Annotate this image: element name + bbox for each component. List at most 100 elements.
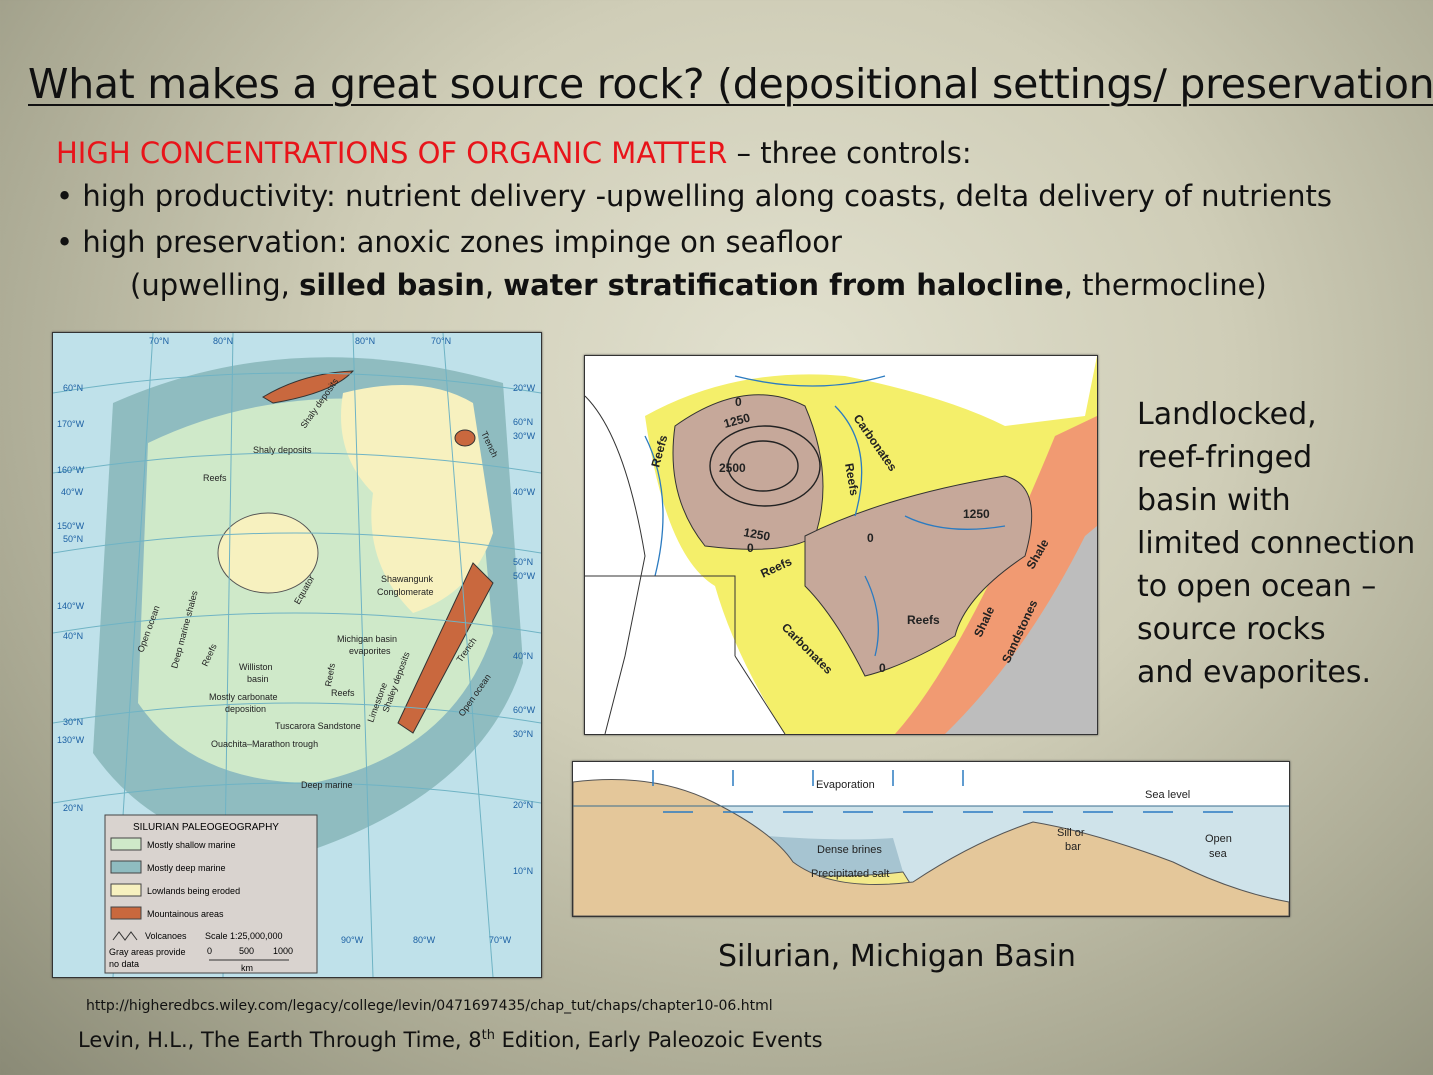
- right-label: 30°N: [513, 729, 533, 739]
- top-label: 80°N: [355, 336, 375, 346]
- lat-label: 170°W: [57, 419, 85, 429]
- side-line: Landlocked,: [1137, 397, 1317, 432]
- basin-label: 0: [747, 541, 754, 555]
- legend-shallow: Mostly shallow marine: [147, 840, 236, 850]
- side-line: limited connection: [1137, 526, 1416, 561]
- feature-label: Conglomerate: [377, 587, 434, 597]
- right-label: 30°W: [513, 431, 536, 441]
- lat-label: 50°N: [63, 534, 83, 544]
- sub-silled-basin: silled basin: [299, 268, 485, 302]
- bullet-productivity: • high productivity: nutrient delivery -…: [56, 179, 1332, 213]
- intro-line: HIGH CONCENTRATIONS OF ORGANIC MATTER – …: [56, 136, 972, 170]
- citation-pre: Levin, H.L., The Earth Through Time, 8: [78, 1028, 482, 1052]
- scale-tick-1000: 1000: [273, 946, 293, 956]
- side-line: source rocks: [1137, 612, 1326, 647]
- top-label: 70°N: [431, 336, 451, 346]
- sub-comma: ,: [484, 268, 504, 302]
- basin-label: 0: [867, 531, 874, 545]
- feature-label: Ouachita–Marathon trough: [211, 739, 318, 749]
- citation-post: Edition, Early Paleozoic Events: [494, 1028, 823, 1052]
- bottom-label: 80°W: [413, 935, 436, 945]
- paleogeography-map: SILURIAN PALEOGEOGRAPHY Mostly shallow m…: [52, 332, 542, 978]
- feature-label: Shawangunk: [381, 574, 434, 584]
- feature-label: Shaly deposits: [253, 445, 312, 455]
- side-line: and evaporites.: [1137, 655, 1372, 690]
- scale-tick-500: 500: [239, 946, 254, 956]
- bottom-label: 70°W: [489, 935, 512, 945]
- side-line: reef-fringed: [1137, 440, 1313, 475]
- feature-label: Williston: [239, 662, 273, 672]
- legend-volcanoes: Volcanoes: [145, 931, 187, 941]
- right-label: 20°W: [513, 383, 536, 393]
- lat-label: 130°W: [57, 735, 85, 745]
- michigan-basin-svg: Reefs 1250 0 Carbonates 2500 Reefs 1250 …: [584, 356, 1097, 735]
- cross-section-svg: Evaporation Sea level Sill or bar Open s…: [572, 762, 1290, 917]
- right-label: 50°W: [513, 571, 536, 581]
- side-line: to open ocean –: [1137, 569, 1377, 604]
- sill-label-2: bar: [1065, 841, 1081, 853]
- right-label: 10°N: [513, 866, 533, 876]
- open-sea-label-1: Open: [1205, 833, 1232, 845]
- figure-caption: Silurian, Michigan Basin: [718, 939, 1076, 974]
- bullet-preservation: • high preservation: anoxic zones imping…: [56, 225, 842, 259]
- citation-sup: th: [481, 1028, 495, 1043]
- side-line: basin with: [1137, 483, 1291, 518]
- lat-label: 160°W: [57, 465, 85, 475]
- lat-label: 30°N: [63, 717, 83, 727]
- right-label: 60°N: [513, 417, 533, 427]
- basin-label: 1250: [963, 507, 990, 521]
- bullet-glyph: •: [56, 179, 74, 213]
- feature-label: Reefs: [331, 688, 355, 698]
- lat-label: 150°W: [57, 521, 85, 531]
- basin-label: 2500: [719, 461, 746, 475]
- bullet-glyph: •: [56, 225, 74, 259]
- feature-label: evaporites: [349, 646, 391, 656]
- lat-label: 20°N: [63, 803, 83, 813]
- side-description: Landlocked, reef-fringed basin with limi…: [1137, 393, 1415, 694]
- gray-note-1: Gray areas provide: [109, 947, 186, 957]
- right-label: 40°N: [513, 651, 533, 661]
- sub-close: , thermocline): [1063, 268, 1267, 302]
- legend-deep: Mostly deep marine: [147, 863, 226, 873]
- feature-label: deposition: [225, 704, 266, 714]
- lat-label: 140°W: [57, 601, 85, 611]
- slide-title: What makes a great source rock? (deposit…: [28, 60, 1433, 108]
- lat-label: 40°W: [61, 487, 84, 497]
- feature-label: Michigan basin: [337, 634, 397, 644]
- gray-note-2: no data: [109, 959, 139, 969]
- map-legend-title: SILURIAN PALEOGEOGRAPHY: [133, 822, 279, 833]
- basin-label: Reefs: [907, 613, 940, 627]
- scale-unit: km: [241, 963, 253, 973]
- preservation-subline: (upwelling, silled basin, water stratifi…: [130, 268, 1267, 302]
- right-label: 50°N: [513, 557, 533, 567]
- evaporation-label: Evaporation: [816, 779, 875, 791]
- bullet-productivity-text: high productivity: nutrient delivery -up…: [82, 179, 1332, 213]
- sea-level-label: Sea level: [1145, 789, 1190, 801]
- legend-mountains: Mountainous areas: [147, 909, 224, 919]
- sill-label-1: Sill or: [1057, 827, 1085, 839]
- feature-label: Tuscarora Sandstone: [275, 721, 361, 731]
- lat-label: 40°N: [63, 631, 83, 641]
- feature-label: Deep marine: [301, 780, 353, 790]
- legend-lowlands: Lowlands being eroded: [147, 886, 240, 896]
- dense-brines-label: Dense brines: [817, 844, 882, 856]
- scale-tick-0: 0: [207, 946, 212, 956]
- bottom-label: 90°W: [341, 935, 364, 945]
- open-sea-label-2: sea: [1209, 848, 1228, 860]
- source-url[interactable]: http://higheredbcs.wiley.com/legacy/coll…: [86, 998, 773, 1014]
- citation: Levin, H.L., The Earth Through Time, 8th…: [78, 1028, 823, 1052]
- right-label: 20°N: [513, 800, 533, 810]
- basin-label: 0: [879, 661, 886, 675]
- intro-highlight: HIGH CONCENTRATIONS OF ORGANIC MATTER: [56, 136, 728, 170]
- feature-label: Reefs: [203, 473, 227, 483]
- right-label: 40°W: [513, 487, 536, 497]
- lat-label: 60°N: [63, 383, 83, 393]
- bullet-preservation-text: high preservation: anoxic zones impinge …: [82, 225, 842, 259]
- sub-open: (upwelling,: [130, 268, 300, 302]
- basin-label: 0: [735, 395, 742, 409]
- right-label: 60°W: [513, 705, 536, 715]
- top-label: 70°N: [149, 336, 169, 346]
- michigan-basin-map: Reefs 1250 0 Carbonates 2500 Reefs 1250 …: [584, 355, 1098, 735]
- intro-rest: – three controls:: [727, 136, 972, 170]
- precipitated-salt-label: Precipitated salt: [811, 868, 889, 880]
